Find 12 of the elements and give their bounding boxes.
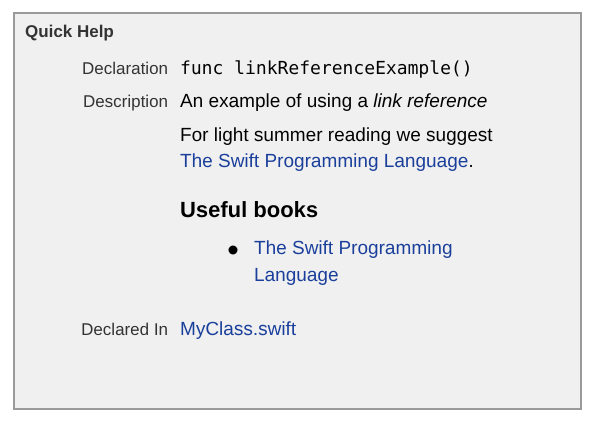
- description-label: Description: [82, 92, 168, 112]
- description-paragraph: For light summer reading we suggest The Swift Programming Language.: [180, 124, 493, 174]
- bullet-icon: [228, 245, 238, 255]
- book-link[interactable]: The Swift Programming Language: [254, 235, 504, 289]
- description-summary: An example of using a link reference: [180, 90, 488, 114]
- section-heading: Useful books: [180, 197, 318, 223]
- declaration-label: Declaration: [81, 59, 168, 79]
- panel-title: Quick Help: [25, 22, 115, 42]
- file-link[interactable]: MyClass.swift: [180, 319, 296, 340]
- book-link[interactable]: The Swift Programming Language: [180, 151, 468, 172]
- declaration-code: func linkReferenceExample(): [180, 58, 474, 79]
- declared-in-label: Declared In: [80, 320, 168, 340]
